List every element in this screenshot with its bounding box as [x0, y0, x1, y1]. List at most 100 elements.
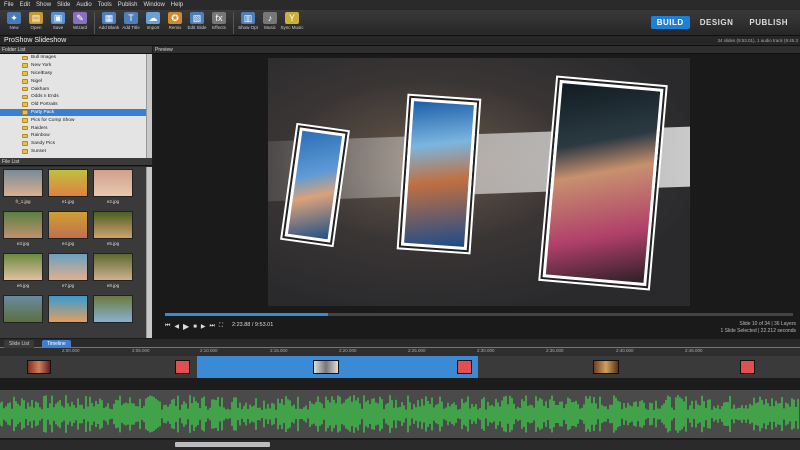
effects-icon: fx — [212, 12, 226, 24]
open-button[interactable]: ▤ Open — [25, 10, 47, 30]
folder-item[interactable]: Odds n Ends — [0, 93, 146, 101]
import-button[interactable]: ☁ Import — [142, 10, 164, 30]
timeline-scrollbar[interactable] — [0, 440, 800, 450]
fullscreen-icon[interactable]: ⛶ — [219, 323, 223, 330]
file-scrollbar[interactable] — [146, 167, 152, 338]
file-thumbnail[interactable] — [93, 295, 133, 323]
menu-item-audio[interactable]: Audio — [76, 2, 91, 8]
skip-start-icon[interactable]: ⏮ — [165, 323, 170, 330]
build-mode-button[interactable]: BUILD — [650, 16, 690, 29]
menu-item-tools[interactable]: Tools — [98, 2, 112, 8]
file-thumbnail[interactable] — [93, 253, 133, 281]
folder-item[interactable]: Sunset — [0, 148, 146, 156]
menu-item-edit[interactable]: Edit — [20, 2, 30, 8]
show-opt-button[interactable]: ▥ Show Opt — [237, 10, 259, 30]
sync-music-button[interactable]: Y Sync Music — [281, 10, 304, 30]
music-button[interactable]: ♪ Music — [259, 10, 281, 30]
menu-item-window[interactable]: Window — [143, 2, 164, 8]
folder-item[interactable]: Raiders — [0, 124, 146, 132]
file-thumbnail[interactable] — [3, 295, 43, 323]
slide-count-text: Slide 10 of 34 | 36 Layers — [739, 321, 796, 327]
folder-item[interactable]: Nigel — [0, 77, 146, 85]
timeline-ruler — [0, 348, 800, 356]
timeline-clip[interactable] — [175, 360, 190, 374]
folder-label: Oakham — [31, 86, 50, 92]
toolbar-label: Show Opt — [238, 25, 258, 30]
folder-label: Old Portraits — [31, 102, 58, 108]
audio-track[interactable] — [0, 390, 800, 438]
save-button[interactable]: ▣ Save — [47, 10, 69, 30]
add-blank-button[interactable]: ▦ Add Blank — [98, 10, 120, 30]
folder-item[interactable]: NicelEasy — [0, 70, 146, 78]
folder-label: New York — [31, 63, 52, 69]
mode-switcher: BUILD DESIGN PUBLISH — [650, 16, 794, 29]
project-info: 34 slides (9:53.01), 1 audio track (9:45… — [717, 38, 798, 43]
remix-button[interactable]: ✪ Remix — [164, 10, 186, 30]
save-icon: ▣ — [51, 12, 65, 24]
file-thumbnail[interactable] — [93, 169, 133, 197]
file-thumbnail[interactable] — [48, 295, 88, 323]
timecode-display: 2:23.88 / 9:53.01 — [232, 322, 274, 328]
timeline-clip[interactable] — [313, 360, 339, 374]
folder-item[interactable]: Party Pack — [0, 108, 146, 117]
folder-item[interactable]: Rainbow — [0, 132, 146, 140]
folder-item[interactable]: Old Portraits — [0, 101, 146, 109]
publish-mode-button[interactable]: PUBLISH — [743, 16, 794, 29]
menu-item-show[interactable]: Show — [36, 2, 51, 8]
project-bar — [0, 36, 800, 46]
import-icon: ☁ — [146, 12, 160, 24]
tab-slide-list[interactable]: Slide List — [4, 340, 35, 348]
file-name: e4.jpg — [61, 241, 75, 246]
design-mode-button[interactable]: DESIGN — [694, 16, 740, 29]
step-back-icon[interactable]: ◀ — [174, 323, 179, 330]
menu-item-slide[interactable]: Slide — [57, 2, 70, 8]
folder-label: Nigel — [31, 78, 42, 84]
file-thumbnail[interactable] — [3, 169, 43, 197]
file-thumbnail[interactable] — [48, 169, 88, 197]
menu-item-publish[interactable]: Publish — [118, 2, 138, 8]
file-thumbnail[interactable] — [93, 211, 133, 239]
new-button[interactable]: ✦ New — [3, 10, 25, 30]
file-thumbnail[interactable] — [48, 211, 88, 239]
folder-item[interactable]: Sandy Pics — [0, 140, 146, 148]
folder-item[interactable]: Oakham — [0, 85, 146, 93]
effects-button[interactable]: fx Effects — [208, 10, 230, 30]
wizard-button[interactable]: ✎ Wizard — [69, 10, 91, 30]
play-icon[interactable]: ▶ — [183, 322, 189, 331]
timeline-clip[interactable] — [27, 360, 51, 374]
tab-timeline[interactable]: Timeline — [42, 340, 71, 348]
timeline-clip[interactable] — [457, 360, 472, 374]
folder-item[interactable]: Pics for Comp Show — [0, 116, 146, 124]
toolbar-label: Import — [146, 25, 160, 30]
file-name: e6.jpg — [16, 283, 30, 288]
stop-icon[interactable]: ■ — [193, 324, 197, 330]
step-forward-icon[interactable]: ▶ — [201, 323, 206, 330]
file-thumbnail[interactable] — [3, 253, 43, 281]
menu-item-file[interactable]: File — [4, 2, 14, 8]
toolbar-label: Add Blank — [98, 25, 120, 30]
file-thumbnail[interactable] — [3, 211, 43, 239]
folder-label: Sandy Pics — [31, 141, 55, 147]
timeline-scroll-thumb[interactable] — [175, 442, 270, 447]
folder-label: Raiders — [31, 125, 48, 131]
slide-preview-canvas[interactable] — [268, 58, 690, 306]
folder-item[interactable]: New York — [0, 62, 146, 70]
folder-item[interactable]: Bull Images — [0, 54, 146, 62]
menu-item-help[interactable]: Help — [171, 2, 183, 8]
toolbar-label: Add Title — [122, 25, 140, 30]
toolbar-label: New — [9, 25, 19, 30]
ruler-tick-label: 2:10.000 — [200, 348, 218, 353]
folder-scrollbar[interactable] — [146, 54, 152, 158]
file-thumbnail[interactable] — [48, 253, 88, 281]
timeline-clip[interactable] — [740, 360, 755, 374]
add-blank-icon: ▦ — [102, 12, 116, 24]
audio-waveform — [0, 395, 799, 433]
skip-end-icon[interactable]: ⏭ — [209, 323, 214, 330]
add-title-button[interactable]: T Add Title — [120, 10, 142, 30]
edit-slide-button[interactable]: ▧ Edit Slide — [186, 10, 208, 30]
timeline-clip[interactable] — [593, 360, 619, 374]
folder-icon — [22, 102, 28, 107]
folder-label: NicelEasy — [31, 70, 53, 76]
photo-frame-right — [542, 79, 664, 287]
wizard-icon: ✎ — [73, 12, 87, 24]
